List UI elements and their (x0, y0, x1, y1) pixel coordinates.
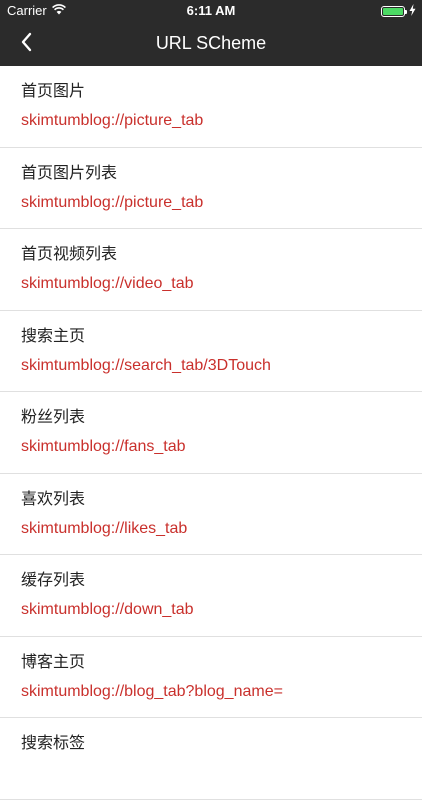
item-scheme: skimtumblog://fans_tab (21, 438, 186, 455)
list-item[interactable]: 搜索标签 (0, 718, 422, 800)
list-item[interactable]: 首页视频列表 skimtumblog://video_tab (0, 229, 422, 311)
item-title: 缓存列表 (21, 572, 86, 589)
item-title: 首页视频列表 (21, 246, 118, 263)
page-title: URL SCheme (155, 33, 267, 53)
item-scheme: skimtumblog://picture_tab (21, 112, 204, 129)
status-time: 6:11 AM (186, 3, 236, 18)
list-item[interactable]: 搜索主页 skimtumblog://search_tab/3DTouch (0, 311, 422, 392)
item-scheme: skimtumblog://video_tab (21, 275, 194, 292)
list-item[interactable]: 博客主页 skimtumblog://blog_tab?blog_name= (0, 637, 422, 718)
status-bar: Carrier 6:11 AM (0, 0, 422, 22)
item-scheme: skimtumblog://search_tab/3DTouch (21, 356, 271, 374)
list-item[interactable]: 首页图片列表 skimtumblog://picture_tab (0, 148, 422, 229)
item-title: 博客主页 (21, 653, 86, 671)
item-scheme: skimtumblog://blog_tab?blog_name= (21, 682, 283, 700)
chevron-left-icon (20, 32, 32, 57)
item-scheme: skimtumblog://likes_tab (21, 519, 188, 537)
top-bar: Carrier 6:11 AM URL SCheme (0, 0, 422, 66)
item-title: 搜索主页 (21, 327, 86, 345)
item-title: 首页图片 (21, 83, 86, 100)
scheme-list: 首页图片 skimtumblog://picture_tab 首页图片列表 sk… (0, 66, 422, 800)
item-title: 粉丝列表 (21, 409, 86, 426)
battery-icon (381, 6, 407, 17)
navigation-bar: URL SCheme (0, 22, 422, 66)
list-item[interactable]: 缓存列表 skimtumblog://down_tab (0, 555, 422, 637)
item-scheme: skimtumblog://down_tab (21, 601, 194, 618)
item-scheme: skimtumblog://picture_tab (21, 193, 204, 211)
item-title: 首页图片列表 (21, 164, 118, 182)
list-item[interactable]: 粉丝列表 skimtumblog://fans_tab (0, 392, 422, 474)
charging-bolt-icon (409, 4, 416, 19)
item-title: 喜欢列表 (21, 490, 86, 508)
back-button[interactable] (12, 30, 40, 58)
item-title: 搜索标签 (21, 735, 86, 752)
list-item[interactable]: 首页图片 skimtumblog://picture_tab (0, 66, 422, 148)
status-right (381, 4, 416, 19)
list-item[interactable]: 喜欢列表 skimtumblog://likes_tab (0, 474, 422, 555)
